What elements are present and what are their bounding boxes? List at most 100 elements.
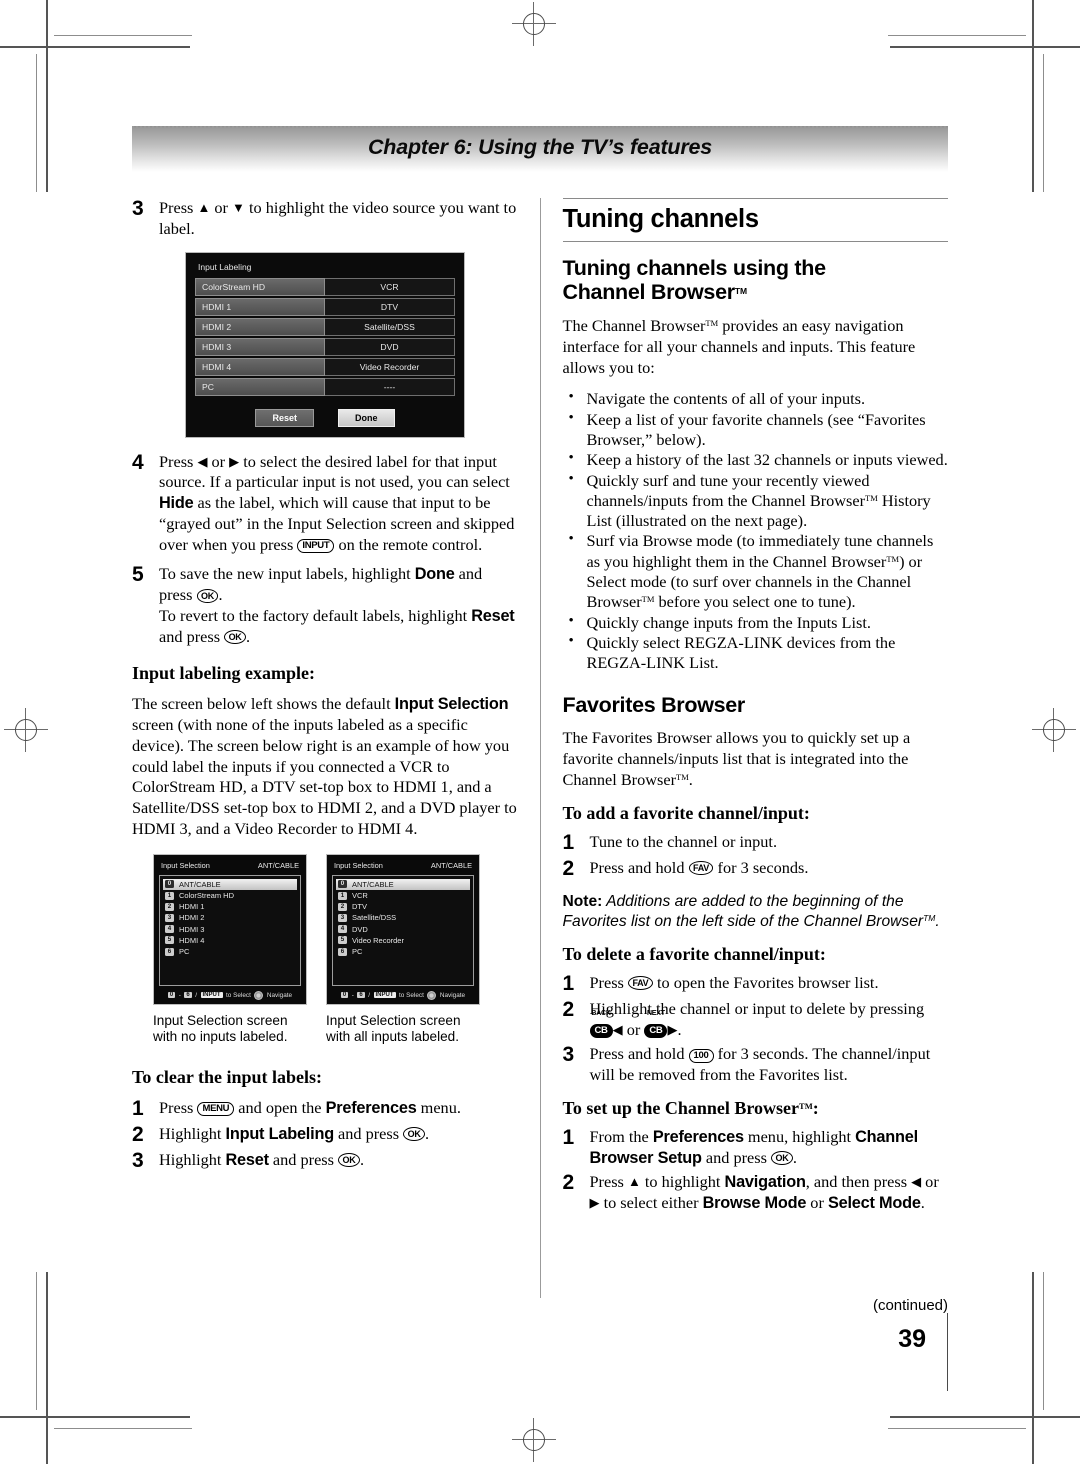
list-item[interactable]: 3 Satellite/DSS [336, 912, 470, 923]
crop-mark-br-v [1032, 1272, 1034, 1464]
channel-browser-feature-list: Navigate the contents of all of your inp… [563, 388, 949, 674]
input-labeling-osd-title: Input Labeling [198, 261, 252, 272]
list-item[interactable]: 1 VCR [336, 890, 470, 901]
footer-input-key-icon: INPUT [200, 992, 223, 999]
input-selection-right-list: 0 ANT/CABLE 1 VCR 2 DTV 3 Satellite/DSS 4 DVD… [332, 874, 474, 986]
setup-step-1-t1: From the [589, 1126, 653, 1146]
continued-label: (continued) [872, 1297, 948, 1314]
clear-step-3-t3: . [359, 1149, 365, 1169]
favorites-browser-intro: The Favorites Browser allows you to quic… [563, 728, 949, 790]
note-label: Note: [562, 892, 603, 910]
list-item[interactable]: 6 PC [336, 946, 470, 957]
arrow-left-icon: ◀ [612, 1021, 623, 1037]
arrow-left-icon: ◀ [197, 453, 208, 469]
list-item[interactable]: 1 ColorStream HD [163, 890, 297, 901]
crop-mark-tl-v [46, 0, 48, 192]
clear-step-1: 1 Press MENU and open the Preferences me… [132, 1097, 518, 1120]
hide-label: Hide [159, 494, 194, 513]
arrow-left-icon: ◀ [911, 1174, 922, 1190]
crop-mark-tr-h2 [888, 35, 1026, 37]
list-item[interactable]: 2 HDMI 1 [163, 901, 297, 912]
list-item[interactable]: 5 Video Recorder [336, 935, 470, 946]
step-3-number: 3 [132, 197, 144, 220]
trademark-icon: TM [799, 1100, 813, 1111]
input-labeling-example-heading: Input labeling example: [132, 663, 316, 684]
item-number: 1 [338, 891, 347, 900]
step-3-text-b: or [210, 198, 233, 217]
note-t2: . [935, 912, 940, 930]
clear-step-1-t3: menu. [416, 1097, 461, 1117]
setup-step-1-text: From the Preferences menu, highlight Cha… [590, 1127, 949, 1169]
intro-t1: The Channel Browser [562, 316, 706, 336]
list-item: Quickly select REGZA-LINK devices from t… [563, 632, 949, 674]
osd-row[interactable]: PC ---- [195, 377, 455, 396]
clear-step-3-t1: Highlight [159, 1149, 226, 1169]
crop-mark-tr-h [890, 46, 1080, 48]
channel-next-key-wrap: NEXT CB [644, 1010, 668, 1041]
osd-row[interactable]: ColorStream HD VCR [195, 277, 455, 296]
list-item[interactable]: 6 PC [163, 946, 297, 957]
input-selection-right-footer: 0 - 6 / INPUT to Select Navigate [332, 986, 474, 1000]
item-number: 1 [165, 891, 174, 900]
step-4-t5: on the remote control. [334, 534, 483, 554]
bullet-text: before you select one to tune). [654, 592, 856, 612]
item-number: 5 [165, 936, 174, 945]
osd-row[interactable]: HDMI 4 Video Recorder [195, 357, 455, 376]
list-item[interactable]: 0 ANT/CABLE [163, 878, 297, 890]
item-label: HDMI 1 [179, 902, 205, 912]
clear-step-2-t2: and press [333, 1123, 404, 1143]
list-item[interactable]: 2 DTV [336, 901, 470, 912]
trademark-icon: TM [923, 912, 936, 923]
subheading-line2: Channel Browser [562, 280, 736, 305]
osd-done-button[interactable]: Done [338, 408, 395, 427]
osd-row[interactable]: HDMI 2 Satellite/DSS [195, 317, 455, 336]
list-item[interactable]: 5 HDMI 4 [163, 935, 297, 946]
crop-mark-tl-v2 [36, 54, 38, 192]
setup-step-2-t2: to highlight [640, 1172, 725, 1192]
footer-navigate-text: Navigate [439, 991, 466, 999]
osd-button-row: Reset Done [195, 408, 455, 427]
input-selection-bold: Input Selection [394, 695, 509, 714]
footer-input-key-icon: INPUT [373, 992, 396, 999]
add-step-2: 2 Press and hold FAV for 3 seconds. [563, 857, 949, 880]
example-para-t2: screen (with none of the inputs labeled … [132, 715, 517, 839]
next-key-label: NEXT [646, 1009, 665, 1017]
step-5-text: To save the new input labels, highlight … [159, 564, 518, 647]
trademark-icon: TM [865, 492, 878, 503]
list-item[interactable]: 4 DVD [336, 924, 470, 935]
ok-key-icon: OK [224, 630, 247, 645]
list-item[interactable]: 4 HDMI 3 [163, 924, 297, 935]
footer-range-end: 6 [184, 992, 192, 999]
setup-step-1-t4: . [792, 1147, 797, 1167]
delete-step-1: 1 Press FAV to open the Favorites browse… [563, 972, 949, 995]
osd-row[interactable]: HDMI 1 DTV [195, 297, 455, 316]
item-label: HDMI 4 [179, 935, 205, 945]
crop-mark-tl-h2 [54, 35, 192, 37]
osd-row-value: ---- [325, 377, 455, 396]
setup-step-2-t1: Press [589, 1172, 628, 1192]
setup-channel-browser-heading: To set up the Channel BrowserTM: [563, 1098, 949, 1119]
reset-label: Reset [225, 1150, 270, 1169]
osd-row[interactable]: HDMI 3 DVD [195, 337, 455, 356]
note-block: Note: Additions are added to the beginni… [563, 892, 949, 932]
delete-step-2-t1: Highlight the channel or input to delete… [589, 998, 925, 1018]
item-number: 2 [338, 902, 347, 911]
footer-dash: - [178, 991, 181, 999]
chapter-header-bar: Chapter 6: Using the TV’s features [132, 126, 948, 172]
channel-back-key-wrap: BACK CB [589, 1010, 613, 1041]
list-item: Quickly surf and tune your recently view… [563, 470, 949, 532]
select-mode-label: Select Mode [827, 1194, 921, 1213]
step-5-t4: To revert to the factory default labels,… [159, 605, 472, 625]
delete-step-1-text: Press FAV to open the Favorites browser … [590, 973, 879, 995]
delete-step-3-number: 3 [562, 1043, 575, 1067]
input-selection-left-title: Input Selection [161, 860, 210, 870]
osd-row-label: HDMI 3 [195, 337, 325, 356]
footer-range-start: 0 [340, 992, 349, 999]
channel-next-key-icon: CB [644, 1024, 668, 1039]
chapter-title: Chapter 6: Using the TV’s features [367, 134, 713, 159]
list-item[interactable]: 3 HDMI 2 [163, 912, 297, 923]
list-item[interactable]: 0 ANT/CABLE [336, 878, 470, 890]
delete-step-2: 2 Highlight the channel or input to dele… [563, 998, 949, 1041]
osd-reset-button[interactable]: Reset [255, 408, 314, 427]
list-item: Keep a list of your favorite channels (s… [563, 409, 949, 451]
